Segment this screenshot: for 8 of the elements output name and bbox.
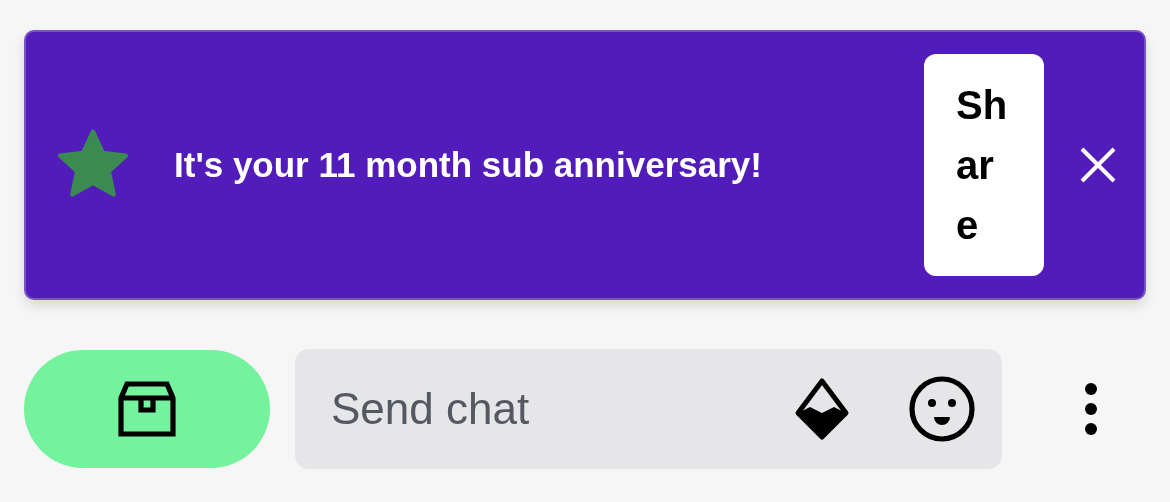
diamond-icon[interactable] xyxy=(794,377,850,441)
emoji-icon[interactable] xyxy=(908,375,976,443)
share-button[interactable]: Share xyxy=(924,54,1044,276)
chat-input-field[interactable]: Send chat xyxy=(329,383,736,435)
chest-icon xyxy=(115,380,179,438)
more-icon[interactable] xyxy=(1083,381,1099,437)
close-icon[interactable] xyxy=(1078,145,1118,185)
anniversary-message: It's your 11 month sub anniversary! xyxy=(174,145,763,185)
